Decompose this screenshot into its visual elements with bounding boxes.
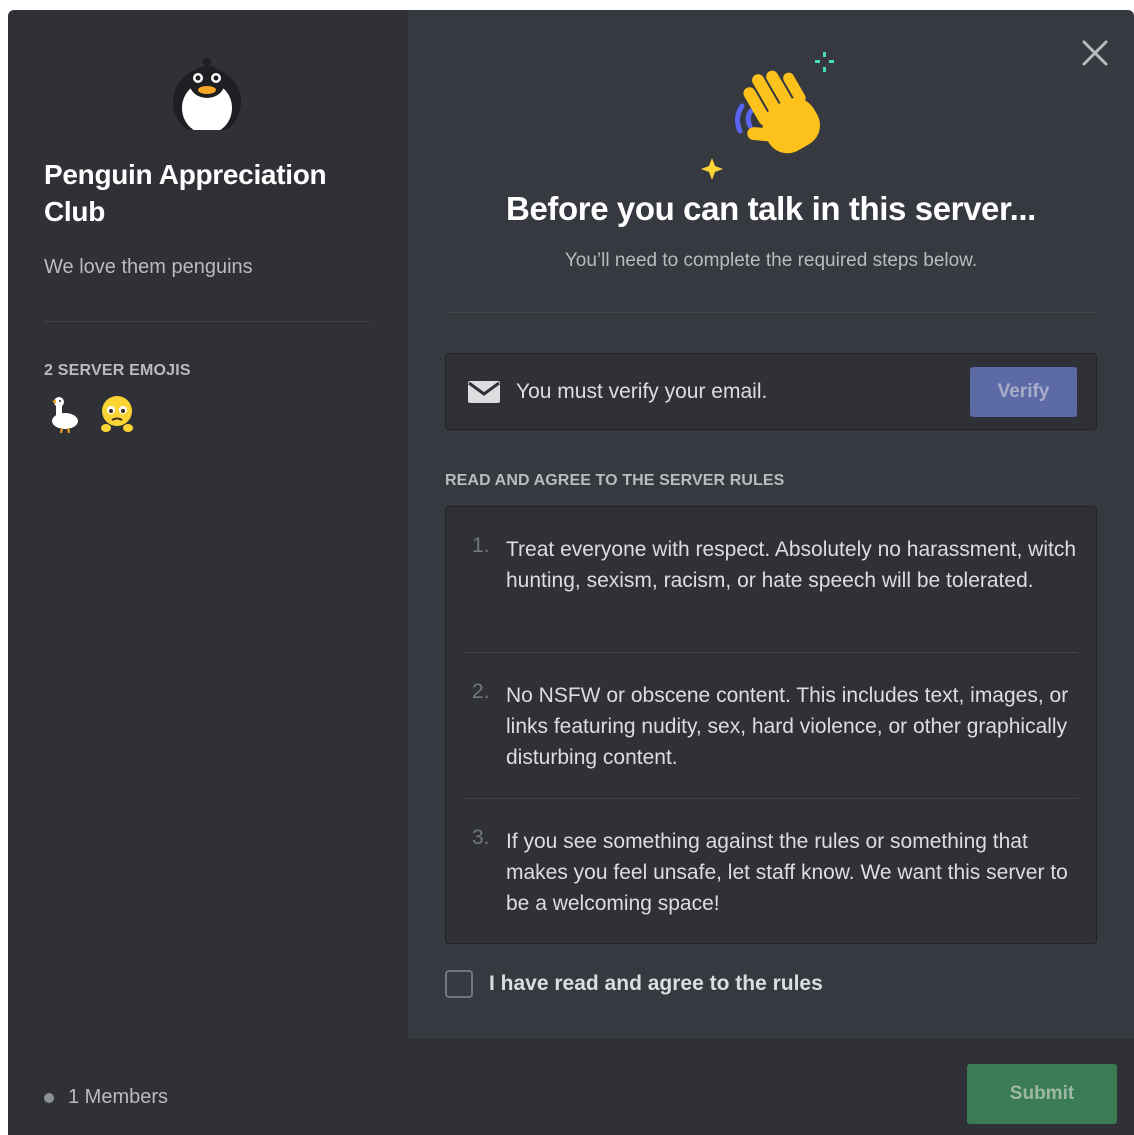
rule-text: Treat everyone with respect. Absolutely … [506, 538, 1076, 592]
waving-hand-icon [701, 52, 834, 180]
screening-main-panel: Before you can talk in this server... Yo… [408, 10, 1134, 1135]
rule-item: 1. Treat everyone with respect. Absolute… [464, 507, 1078, 653]
verify-email-step: You must verify your email. Verify [445, 353, 1097, 430]
verify-email-text: You must verify your email. [516, 379, 768, 403]
close-icon[interactable] [1078, 36, 1112, 70]
rule-number: 1. [472, 534, 490, 557]
rule-number: 2. [472, 680, 490, 703]
member-count-label: 1 Members [68, 1086, 169, 1108]
rule-text: If you see something against the rules o… [506, 830, 1068, 915]
rules-screening-modal: Penguin Appreciation Club We love them p… [8, 10, 1134, 1135]
rule-item: 2. No NSFW or obscene content. This incl… [464, 653, 1078, 799]
agree-rules-label[interactable]: I have read and agree to the rules [489, 972, 823, 996]
pleading-face-emoji-icon [101, 396, 133, 432]
penguin-server-icon [165, 58, 249, 134]
member-count: 1 Members [44, 1086, 168, 1109]
agree-rules-checkbox[interactable] [445, 970, 473, 998]
verify-button[interactable]: Verify [970, 367, 1077, 417]
server-rules-list: 1. Treat everyone with respect. Absolute… [445, 506, 1097, 944]
goose-emoji-icon [52, 397, 78, 434]
sidebar-divider [44, 321, 370, 322]
main-divider [445, 312, 1097, 313]
server-name: Penguin Appreciation Club [44, 159, 327, 227]
agree-rules-row[interactable]: I have read and agree to the rules [445, 970, 823, 998]
server-emoji-list [48, 394, 134, 434]
rule-number: 3. [472, 826, 490, 849]
rules-heading: READ AND AGREE TO THE SERVER RULES [445, 472, 785, 489]
server-description: We love them penguins [44, 256, 253, 278]
page-title: Before you can talk in this server... [506, 190, 1036, 227]
rule-item: 3. If you see something against the rule… [464, 799, 1078, 945]
modal-footer: Submit [408, 1039, 1134, 1135]
mail-icon [468, 380, 500, 403]
rule-text: No NSFW or obscene content. This include… [506, 684, 1069, 769]
server-emojis-heading: 2 SERVER EMOJIS [44, 362, 191, 379]
page-subtitle: You’ll need to complete the required ste… [564, 250, 978, 271]
server-info-sidebar: Penguin Appreciation Club We love them p… [8, 10, 408, 1135]
member-status-dot [44, 1092, 54, 1103]
submit-button[interactable]: Submit [967, 1064, 1117, 1124]
